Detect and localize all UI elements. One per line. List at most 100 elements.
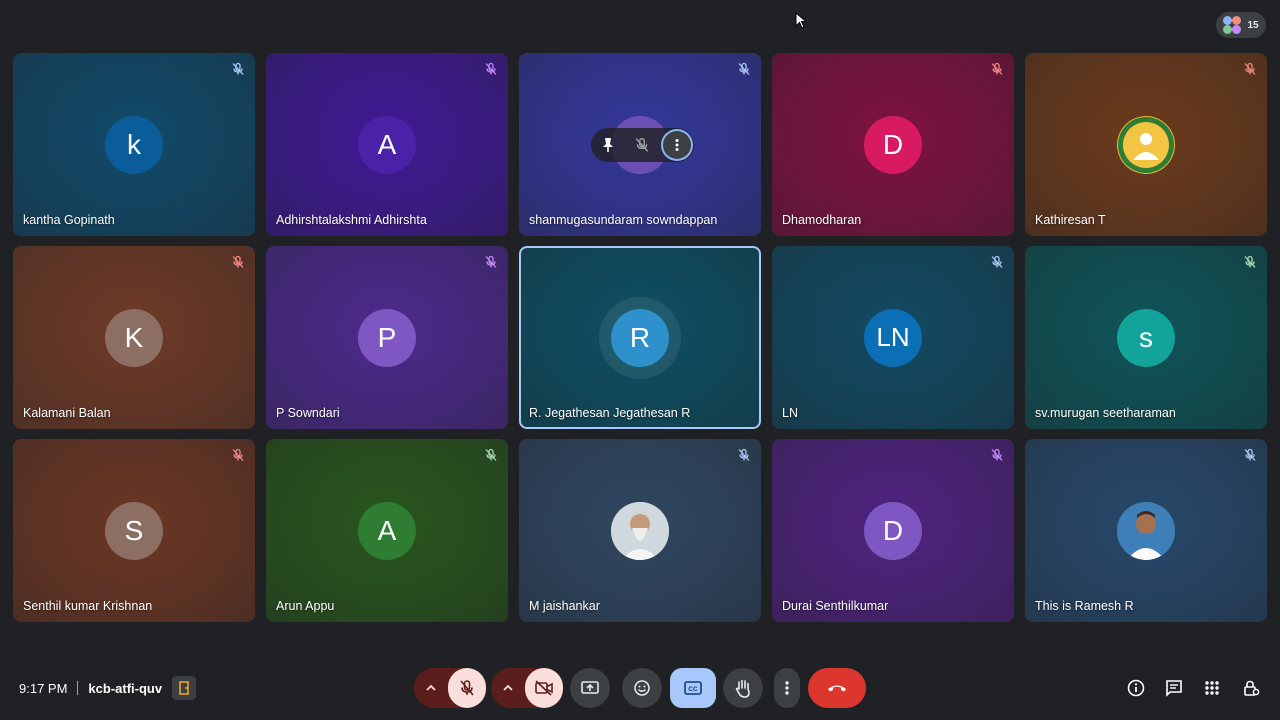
raise-hand-icon: [735, 679, 750, 698]
activities-icon[interactable]: [1200, 676, 1224, 700]
participant-tile[interactable]: A Adhirshtalakshmi Adhirshta: [266, 53, 508, 236]
profile-photo-icon: [1117, 115, 1175, 174]
mic-off-icon: [636, 137, 649, 152]
participant-avatar: D: [864, 115, 922, 174]
muted-mic-icon: [231, 62, 245, 76]
participant-name: LN: [782, 406, 798, 420]
participant-name: Adhirshtalakshmi Adhirshta: [276, 213, 427, 227]
participant-name: M jaishankar: [529, 599, 600, 613]
avatar-initial: S: [124, 514, 144, 546]
profile-photo-icon: [1117, 501, 1175, 560]
tile-hover-controls: [591, 128, 694, 162]
clock-time: 9:17 PM: [19, 680, 68, 696]
avatar-initial: A: [377, 514, 397, 546]
reactions-button[interactable]: [622, 668, 662, 708]
participant-avatar: R: [599, 296, 681, 379]
meeting-code: kcb-atfi-quv: [88, 680, 163, 696]
participant-name: Durai Senthilkumar: [782, 599, 889, 613]
participant-avatar: D: [864, 501, 922, 560]
participant-tile[interactable]: R R. Jegathesan Jegathesan R: [519, 246, 761, 429]
mute-participant-button[interactable]: [626, 129, 658, 161]
muted-mic-icon: [484, 255, 498, 269]
captions-icon: CC: [684, 681, 702, 695]
participant-tile[interactable]: K Kalamani Balan: [13, 246, 255, 429]
chat-icon[interactable]: [1162, 676, 1186, 700]
more-vert-icon: [785, 681, 789, 695]
end-call-icon: [828, 685, 846, 692]
participant-name: Kalamani Balan: [23, 406, 111, 420]
emoji-icon: [634, 680, 650, 696]
door-icon[interactable]: [172, 676, 197, 700]
profile-photo-icon: [611, 501, 669, 560]
participant-name: This is Ramesh R: [1035, 599, 1134, 613]
camera-options-chevron-icon[interactable]: [491, 668, 525, 708]
participant-avatar: A: [358, 115, 416, 174]
svg-text:CC: CC: [688, 686, 698, 693]
participant-tile[interactable]: k kantha Gopinath: [13, 53, 255, 236]
participant-tile[interactable]: This is Ramesh R: [1025, 439, 1267, 622]
muted-mic-icon: [231, 255, 245, 269]
meeting-info: 9:17 PM kcb-atfi-quv: [19, 676, 197, 700]
participant-name: P Sowndari: [276, 406, 340, 420]
meeting-details-icon[interactable]: [1124, 676, 1148, 700]
participant-tile[interactable]: shanmugasundaram sowndappan: [519, 53, 761, 236]
participant-avatar: k: [105, 115, 163, 174]
avatar-initial: K: [124, 321, 144, 353]
participants-chip[interactable]: 15: [1216, 12, 1266, 38]
camera-off-button[interactable]: [525, 668, 563, 708]
avatar-initial: P: [377, 321, 397, 353]
muted-mic-icon: [990, 62, 1004, 76]
pin-icon: [603, 138, 614, 152]
avatar-initial: R: [629, 321, 651, 353]
host-controls-icon[interactable]: [1239, 676, 1263, 700]
participant-avatar: K: [105, 308, 163, 367]
more-vert-icon: [675, 139, 679, 151]
muted-mic-icon: [484, 448, 498, 462]
camera-control-group: [491, 668, 563, 708]
more-options-button[interactable]: [774, 668, 800, 708]
participant-avatar: s: [1117, 308, 1175, 367]
avatar-initial: k: [127, 128, 141, 160]
mic-options-chevron-icon[interactable]: [414, 668, 448, 708]
participant-name: Arun Appu: [276, 599, 335, 613]
muted-mic-icon: [990, 255, 1004, 269]
leave-call-button[interactable]: [808, 668, 866, 708]
participant-tile[interactable]: D Durai Senthilkumar: [772, 439, 1014, 622]
participant-name: Dhamodharan: [782, 213, 862, 227]
muted-mic-icon: [231, 448, 245, 462]
divider: [77, 681, 79, 695]
mic-off-button[interactable]: [448, 668, 486, 708]
muted-mic-icon: [484, 62, 498, 76]
participant-tile[interactable]: A Arun Appu: [266, 439, 508, 622]
participant-tile[interactable]: D Dhamodharan: [772, 53, 1014, 236]
participant-count: 15: [1247, 19, 1259, 31]
present-screen-button[interactable]: [570, 668, 610, 708]
participant-name: kantha Gopinath: [23, 213, 115, 227]
participant-tile[interactable]: S Senthil kumar Krishnan: [13, 439, 255, 622]
participant-tile[interactable]: Kathiresan T: [1025, 53, 1267, 236]
participant-name: Kathiresan T: [1035, 213, 1106, 227]
camera-off-icon: [535, 680, 553, 696]
participant-avatar: S: [105, 501, 163, 560]
muted-mic-icon: [737, 62, 751, 76]
avatar-initial: LN: [876, 322, 910, 352]
pin-button[interactable]: [592, 129, 624, 161]
participant-avatar: LN: [864, 308, 922, 367]
participant-name: shanmugasundaram sowndappan: [529, 213, 718, 227]
muted-mic-icon: [1243, 448, 1257, 462]
participant-tile[interactable]: s sv.murugan seetharaman: [1025, 246, 1267, 429]
participant-tile[interactable]: LN LN: [772, 246, 1014, 429]
avatar-initial: D: [882, 128, 904, 160]
tile-more-options-button[interactable]: [660, 129, 693, 161]
participant-avatar: P: [358, 308, 416, 367]
participant-name: Senthil kumar Krishnan: [23, 599, 153, 613]
participant-grid: k kantha Gopinath A Adhirshtalakshmi Adhirs…: [13, 53, 1267, 622]
mic-control-group: [414, 668, 486, 708]
participant-tile[interactable]: P P Sowndari: [266, 246, 508, 429]
participant-avatar: A: [358, 501, 416, 560]
raise-hand-button[interactable]: [723, 668, 763, 708]
captions-button[interactable]: CC: [670, 668, 716, 708]
muted-mic-icon: [990, 448, 1004, 462]
avatar-initial: A: [377, 128, 397, 160]
participant-tile[interactable]: M jaishankar: [519, 439, 761, 622]
